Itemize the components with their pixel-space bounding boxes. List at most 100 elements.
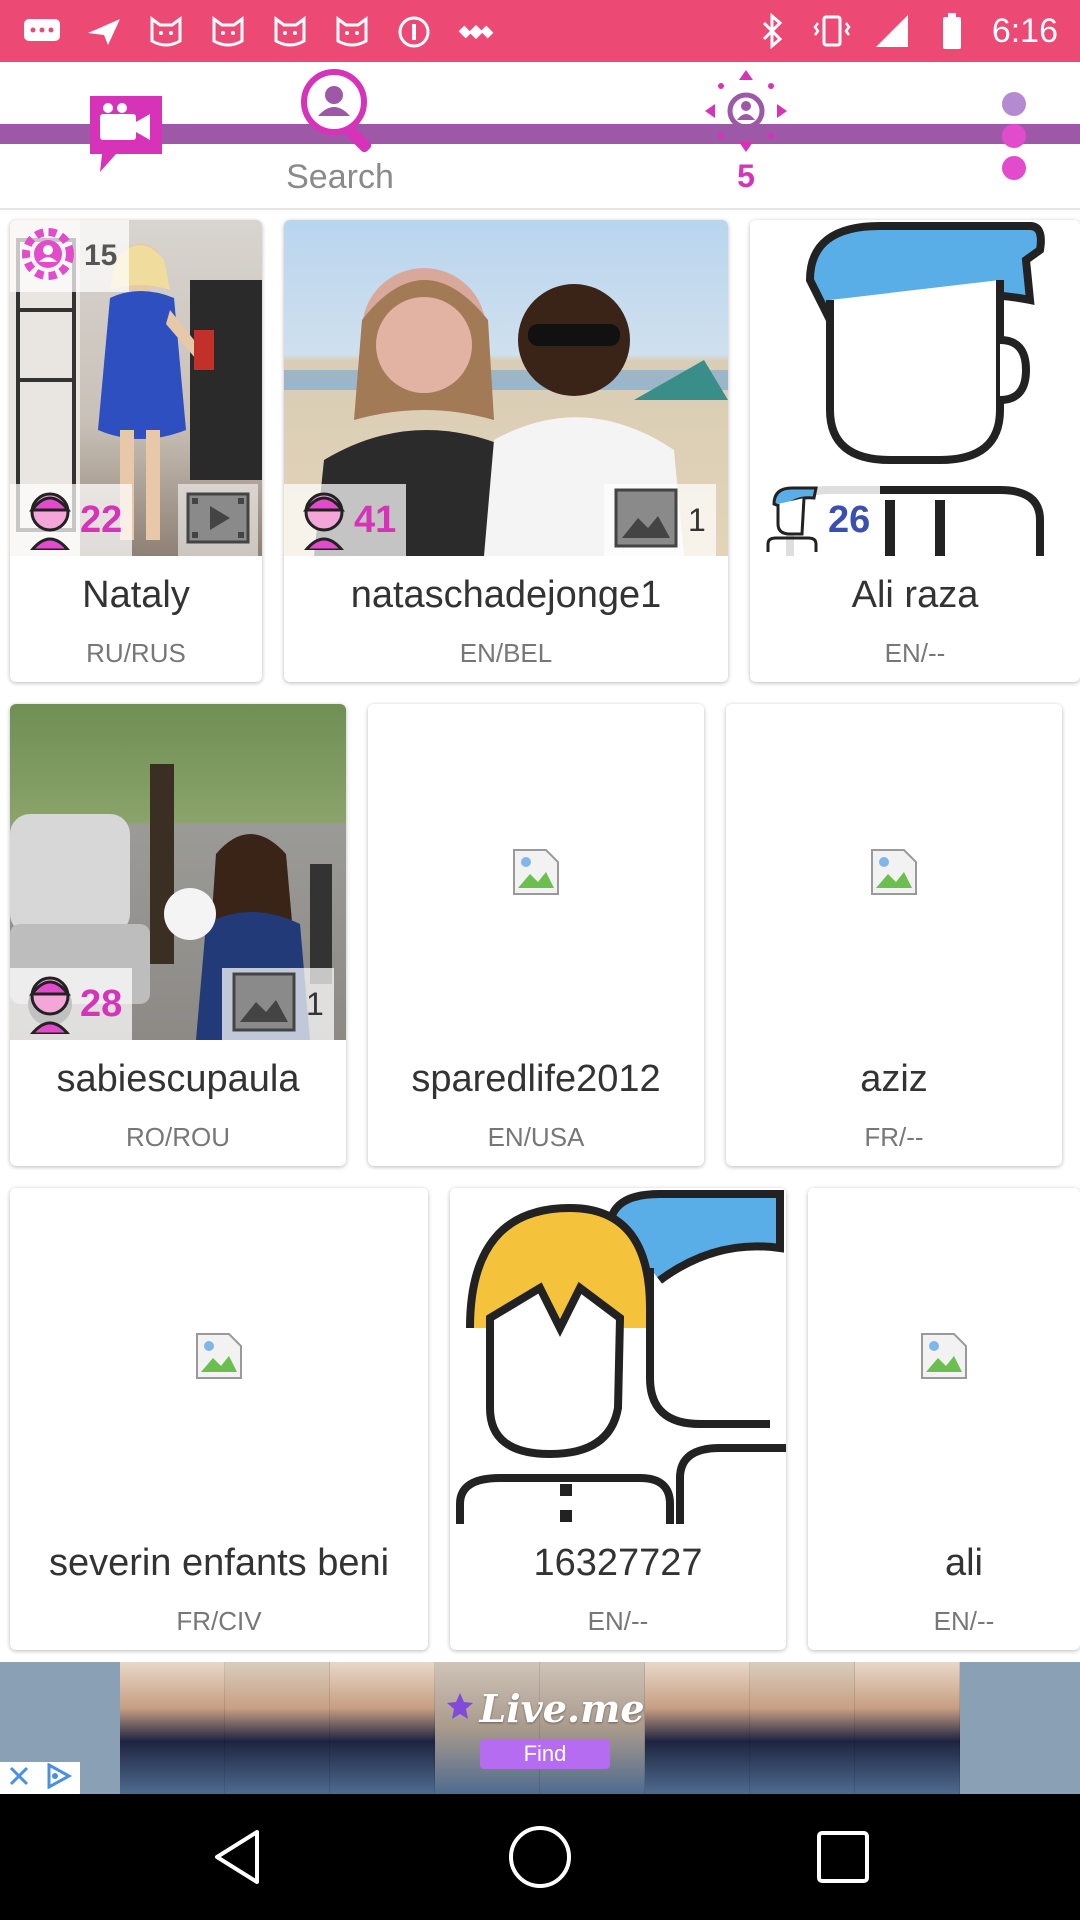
profile-name: sabiescupaula xyxy=(56,1058,300,1100)
video-chat-icon xyxy=(86,92,166,181)
search-tab[interactable]: Search xyxy=(260,62,420,210)
search-label: Search xyxy=(286,158,394,196)
profile-photo[interactable] xyxy=(368,704,704,1040)
profile-photo[interactable] xyxy=(726,704,1062,1040)
views-badge: 15 xyxy=(10,220,130,292)
ad-logo[interactable]: Live.me Find xyxy=(447,1672,645,1782)
couple-avatar-placeholder[interactable] xyxy=(450,1188,786,1524)
profile-language: EN/-- xyxy=(933,1606,995,1636)
video-chat-button[interactable] xyxy=(84,62,168,210)
gear-icon xyxy=(18,224,78,289)
age-badge: 41 xyxy=(284,484,407,556)
more-options-button[interactable] xyxy=(990,62,1038,210)
adchoices-icon[interactable] xyxy=(45,1761,73,1794)
views-count: 15 xyxy=(84,239,118,272)
navigation-bar xyxy=(0,1794,1080,1920)
profile-name: nataschadejonge1 xyxy=(350,574,662,616)
male-avatar-placeholder[interactable]: 26 xyxy=(750,220,1080,556)
age-number: 41 xyxy=(354,498,397,541)
broken-image-icon xyxy=(870,848,918,896)
broken-image-icon xyxy=(195,1332,243,1380)
location-arrow-icon xyxy=(84,14,124,50)
cat-icon xyxy=(146,14,186,50)
broken-image-icon xyxy=(920,1332,968,1380)
top-toolbar: Search 5 xyxy=(0,62,1080,210)
age-badge: 28 xyxy=(10,968,133,1040)
female-avatar-icon xyxy=(24,970,76,1039)
profile-language: RU/RUS xyxy=(86,638,186,668)
age-badge: 26 xyxy=(750,484,881,557)
female-avatar-icon xyxy=(24,486,76,555)
profile-name: sparedlife2012 xyxy=(411,1058,661,1100)
profile-name: severin enfants beni xyxy=(48,1542,390,1584)
profile-language: EN/USA xyxy=(487,1122,585,1152)
back-button[interactable] xyxy=(202,1822,272,1892)
profile-name: aziz xyxy=(860,1058,928,1100)
image-icon xyxy=(232,972,296,1037)
cat-icon xyxy=(270,14,310,50)
profile-photo[interactable]: 15 22 xyxy=(10,220,262,556)
profile-language: FR/CIV xyxy=(176,1606,262,1636)
battery-icon xyxy=(932,13,972,49)
profile-language: EN/BEL xyxy=(459,638,553,668)
signal-icon xyxy=(872,13,912,49)
age-number: 26 xyxy=(828,498,871,541)
female-avatar-icon xyxy=(298,486,350,555)
home-button[interactable] xyxy=(505,1822,575,1892)
ad-brand-text: Live.me xyxy=(479,1685,645,1731)
close-icon[interactable] xyxy=(7,1764,31,1793)
message-icon xyxy=(22,14,62,50)
video-icon xyxy=(186,492,250,549)
age-number: 28 xyxy=(80,982,123,1025)
profile-name: Nataly xyxy=(82,574,190,616)
ad-banner[interactable]: Live.me Find xyxy=(0,1662,1080,1794)
profile-card[interactable]: 26 Ali raza EN/-- xyxy=(750,220,1080,682)
profile-card[interactable]: aziz FR/-- xyxy=(726,704,1062,1166)
video-badge xyxy=(178,484,258,556)
profile-card[interactable]: 41 1 nataschadejonge1 EN/BEL xyxy=(284,220,728,682)
photo-count-badge: 1 xyxy=(604,484,716,556)
vibrate-icon xyxy=(812,13,852,49)
profile-name: 16327727 xyxy=(533,1542,703,1584)
image-icon xyxy=(614,488,678,553)
profile-card[interactable]: ali EN/-- xyxy=(808,1188,1080,1650)
cat-icon xyxy=(332,14,372,50)
profile-card[interactable]: sparedlife2012 EN/USA xyxy=(368,704,704,1166)
profile-photo[interactable]: 28 1 xyxy=(10,704,346,1040)
age-number: 22 xyxy=(80,498,123,541)
photo-count-badge: 1 xyxy=(222,968,334,1040)
nearby-tab[interactable]: 5 xyxy=(696,62,796,210)
profile-name: Ali raza xyxy=(851,574,979,616)
status-bar: 6:16 xyxy=(0,0,1080,62)
satellite-icon xyxy=(456,14,496,50)
profile-language: FR/-- xyxy=(864,1122,924,1152)
profile-card[interactable]: 15 22 Nataly RU/RUS xyxy=(10,220,262,682)
nearby-count: 5 xyxy=(737,158,755,194)
profile-name: ali xyxy=(944,1542,984,1584)
profile-photo[interactable] xyxy=(808,1188,1080,1524)
broken-image-icon xyxy=(512,848,560,896)
ad-controls xyxy=(0,1761,80,1794)
male-avatar-icon xyxy=(764,484,824,557)
photo-count: 1 xyxy=(688,501,706,538)
age-badge: 22 xyxy=(10,484,133,556)
search-user-icon xyxy=(298,68,382,159)
bluetooth-icon xyxy=(752,13,792,49)
photo-count: 1 xyxy=(306,985,324,1022)
info-icon xyxy=(394,14,434,50)
more-vert-icon xyxy=(994,90,1034,187)
status-time: 6:16 xyxy=(991,11,1058,50)
star-icon xyxy=(445,1691,475,1726)
ad-find-button[interactable]: Find xyxy=(480,1738,610,1769)
nearby-people-icon xyxy=(703,68,789,159)
profile-card[interactable]: 28 1 sabiescupaula RO/ROU xyxy=(10,704,346,1166)
profile-language: EN/-- xyxy=(587,1606,649,1636)
profile-card[interactable]: severin enfants beni FR/CIV xyxy=(10,1188,428,1650)
profile-photo[interactable]: 41 1 xyxy=(284,220,728,556)
recents-button[interactable] xyxy=(808,1822,878,1892)
cat-icon xyxy=(208,14,248,50)
profile-photo[interactable] xyxy=(10,1188,428,1524)
profile-card[interactable]: 16327727 EN/-- xyxy=(450,1188,786,1650)
profile-language: EN/-- xyxy=(884,638,946,668)
profile-language: RO/ROU xyxy=(126,1122,230,1152)
